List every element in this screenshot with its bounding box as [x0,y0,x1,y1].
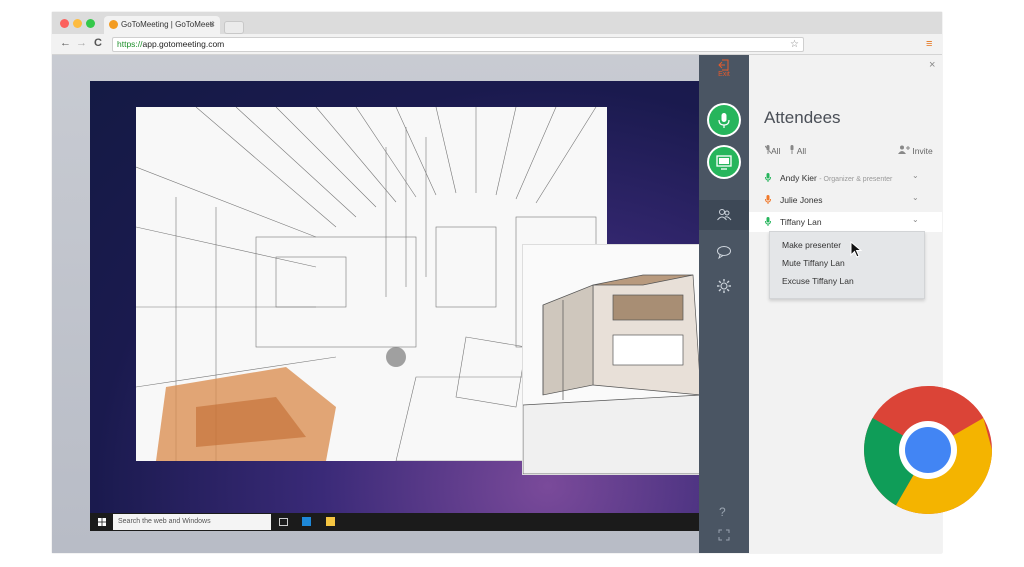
chevron-down-icon[interactable]: ⌄ [912,193,919,202]
mute-attendee-menu-item[interactable]: Mute Tiffany Lan [782,258,845,268]
chevron-down-icon[interactable]: ⌄ [912,215,919,224]
mute-all-label: All [771,146,781,156]
edge-browser-icon[interactable] [302,517,311,526]
chrome-logo-icon [864,386,992,514]
microphone-icon [765,217,771,226]
minimize-window-button[interactable] [73,19,82,28]
meeting-viewport: Search the web and Windows Exit ? × Atte… [52,55,942,553]
url-host: app.gotomeeting.com [142,39,225,49]
attendee-name: Tiffany Lan [780,217,822,227]
windows-taskbar: Search the web and Windows [90,513,700,531]
task-view-icon[interactable] [279,518,288,526]
make-presenter-menu-item[interactable]: Make presenter [782,240,841,250]
chat-icon [717,246,731,260]
mute-controls: All All [764,145,807,156]
microphone-button[interactable] [709,105,739,135]
help-icon[interactable]: ? [719,505,726,519]
gear-icon [717,279,731,293]
microphone-icon [790,145,794,154]
attendee-row[interactable]: Andy Kier - Organizer & presenter ⌄ [749,168,942,188]
browser-toolbar: ← → C https://app.gotomeeting.com ☆ ≡ [52,34,942,55]
unmute-all-button[interactable]: All [789,145,807,156]
panel-title: Attendees [764,108,841,127]
screen-share-icon [716,155,732,170]
attendee-context-menu: Make presenter Mute Tiffany Lan Excuse T… [769,231,925,299]
chevron-down-icon[interactable]: ⌄ [912,171,919,180]
tab-bar: GoToMeeting | GoToMeeti × [52,12,942,34]
close-panel-icon[interactable]: × [929,59,935,71]
reload-icon[interactable]: C [94,37,102,49]
exit-icon [718,59,729,71]
people-icon [717,209,732,221]
invite-button[interactable]: Invite [898,145,933,156]
gotomeeting-favicon-icon [109,20,118,29]
tab-title: GoToMeeting | GoToMeeti [121,20,214,29]
mouse-cursor-icon [850,241,863,258]
attendee-role: - Organizer & presenter [819,176,893,183]
url-scheme: https:// [117,39,143,49]
expand-icon[interactable] [718,529,730,541]
shared-screen: Search the web and Windows [90,81,702,531]
address-bar[interactable]: https://app.gotomeeting.com ☆ [112,37,804,52]
close-window-button[interactable] [60,19,69,28]
chat-tab-button[interactable] [699,239,749,265]
taskbar-search-input[interactable]: Search the web and Windows [113,514,271,530]
file-explorer-icon[interactable] [326,517,335,526]
taskbar-search-placeholder: Search the web and Windows [118,518,211,525]
microphone-icon [718,113,730,128]
browser-window: GoToMeeting | GoToMeeti × ← → C https://… [52,12,942,553]
excuse-attendee-menu-item[interactable]: Excuse Tiffany Lan [782,276,854,286]
attendee-name: Andy Kier [780,173,817,183]
meeting-side-rail: Exit ? [699,55,749,553]
attendee-name: Julie Jones [780,195,823,205]
attendee-row[interactable]: Julie Jones ⌄ [749,190,942,210]
browser-menu-icon[interactable]: ≡ [926,38,932,50]
new-tab-button[interactable] [224,21,244,34]
attendees-tab-button[interactable] [699,200,749,230]
microphone-icon [765,173,771,182]
unmute-all-label: All [796,146,807,156]
mute-all-button[interactable]: All [764,145,781,156]
exit-button[interactable]: Exit [699,59,749,83]
attendee-row-selected[interactable]: Tiffany Lan ⌄ [749,212,942,232]
back-icon[interactable]: ← [60,37,71,49]
add-person-icon [898,145,910,154]
tab-close-icon[interactable]: × [210,19,215,29]
exit-label: Exit [718,71,730,78]
forward-icon[interactable]: → [76,37,87,49]
invite-label: Invite [912,146,933,156]
building-render-image [522,244,702,475]
bookmark-star-icon[interactable]: ☆ [790,38,799,51]
microphone-icon [765,195,771,204]
zoom-window-button[interactable] [86,19,95,28]
tab-gotomeeting[interactable]: GoToMeeting | GoToMeeti × [104,16,220,34]
settings-tab-button[interactable] [699,273,749,299]
screen-share-button[interactable] [709,147,739,177]
windows-start-icon[interactable] [98,518,106,526]
